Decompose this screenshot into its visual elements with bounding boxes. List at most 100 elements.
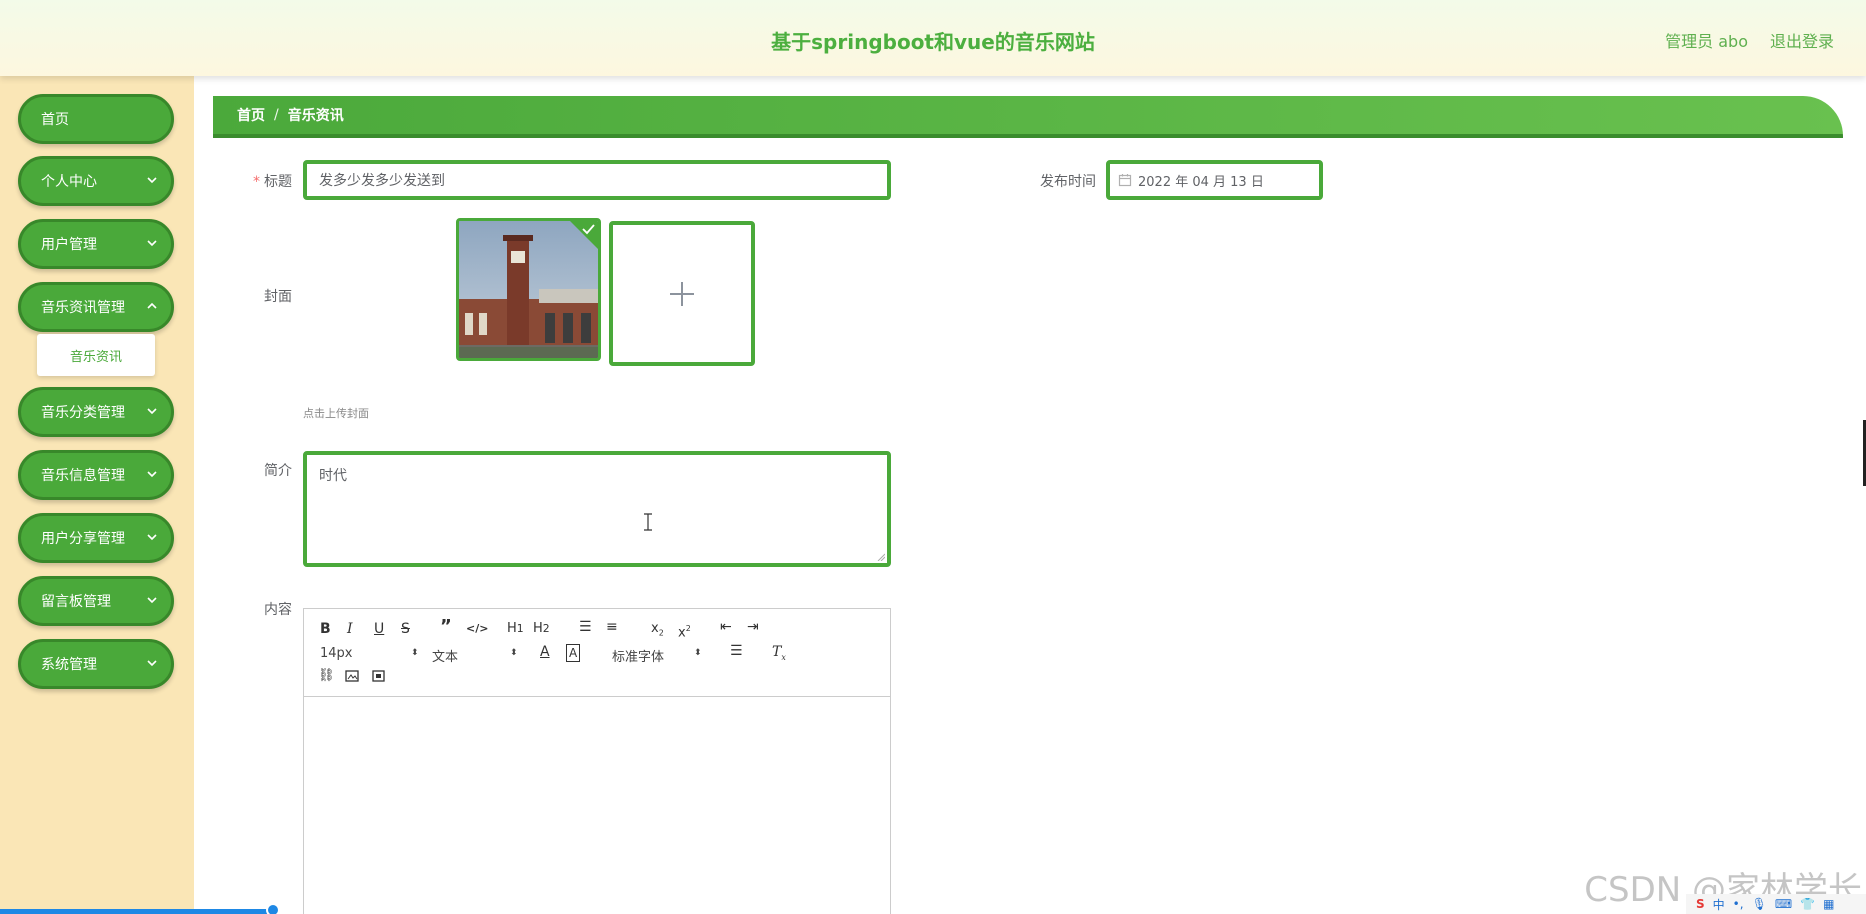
- video-progress-bar[interactable]: [0, 909, 274, 914]
- bold-button[interactable]: B: [320, 621, 331, 637]
- chevron-down-icon: [147, 408, 157, 415]
- upload-success-icon: [570, 221, 598, 249]
- align-icon[interactable]: ☰: [730, 643, 743, 659]
- bullet-list-icon[interactable]: ≡: [606, 619, 618, 635]
- breadcrumb: 首页 / 音乐资讯: [213, 96, 1843, 138]
- publish-date-picker[interactable]: 2022 年 04 月 13 日: [1106, 160, 1323, 200]
- cover-upload-hint: 点击上传封面: [303, 407, 369, 420]
- publish-time-label: 发布时间: [1040, 174, 1096, 190]
- sidebar-item-label: 留言板管理: [41, 594, 111, 610]
- outdent-icon[interactable]: ⇤: [720, 619, 732, 635]
- ime-punct-icon: •,: [1732, 897, 1744, 911]
- header-select-value: 文本: [432, 650, 459, 665]
- link-icon[interactable]: ⛓: [318, 668, 335, 684]
- title-input[interactable]: 发多少发多少发送到: [303, 160, 891, 200]
- title-label: * 标题: [240, 171, 292, 191]
- font-size-value: 14px: [320, 646, 353, 661]
- site-title: 基于springboot和vue的音乐网站: [771, 30, 1095, 54]
- sidebar-item-message-board-management[interactable]: 留言板管理: [18, 576, 174, 626]
- editor-content-area[interactable]: [304, 698, 890, 914]
- ime-menu-icon: ▦: [1823, 897, 1835, 911]
- breadcrumb-current: 音乐资讯: [287, 108, 344, 124]
- sidebar-item-system-management[interactable]: 系统管理: [18, 639, 174, 689]
- code-block-icon[interactable]: </>: [466, 621, 488, 637]
- sidebar-item-label: 音乐资讯管理: [41, 300, 125, 316]
- sidebar-item-music-category-management[interactable]: 音乐分类管理: [18, 387, 174, 437]
- resize-handle-icon[interactable]: [877, 553, 885, 561]
- editor-toolbar: B I U S ” </> H1 H2 ☰ ≡ x2 x2 ⇤ ⇥ 14px ⬍…: [304, 609, 890, 697]
- chevron-down-icon: [147, 660, 157, 667]
- intro-label: 简介: [264, 463, 292, 479]
- title-label-text: 标题: [264, 174, 292, 190]
- required-mark: *: [253, 174, 260, 190]
- ime-skin-icon: 👕: [1800, 897, 1816, 911]
- font-size-select[interactable]: 14px ⬍: [320, 646, 419, 661]
- text-cursor-icon: [644, 513, 652, 531]
- calendar-icon: [1118, 174, 1132, 187]
- sidebar: 首页 个人中心 用户管理 音乐资讯管理 音乐资讯 音乐分类管理 音乐信息管理 用…: [0, 76, 194, 914]
- sidebar-item-user-share-management[interactable]: 用户分享管理: [18, 513, 174, 563]
- content-label: 内容: [264, 602, 292, 618]
- chevron-up-icon: [147, 302, 157, 309]
- sidebar-item-label: 音乐分类管理: [41, 405, 125, 421]
- font-family-select[interactable]: 标准字体 ⬍: [612, 646, 702, 665]
- upload-cover-button[interactable]: [609, 221, 755, 366]
- sidebar-item-home[interactable]: 首页: [18, 94, 174, 144]
- select-arrow-icon: ⬍: [694, 648, 702, 658]
- video-progress-handle[interactable]: [266, 903, 280, 914]
- cover-label: 封面: [264, 289, 292, 305]
- indent-icon[interactable]: ⇥: [747, 619, 759, 635]
- intro-textarea[interactable]: 时代: [303, 451, 891, 567]
- submenu-item-music-news[interactable]: 音乐资讯: [37, 334, 155, 376]
- chevron-down-icon: [147, 177, 157, 184]
- ime-keyboard-icon: ⌨: [1774, 897, 1793, 911]
- logout-link[interactable]: 退出登录: [1770, 28, 1834, 52]
- blockquote-icon[interactable]: ”: [440, 618, 452, 636]
- sidebar-item-label: 个人中心: [41, 174, 97, 190]
- ime-toolbar: S 中 •, 🎙 ⌨ 👕 ▦: [1686, 894, 1866, 914]
- sidebar-item-label: 用户分享管理: [41, 531, 125, 547]
- video-icon[interactable]: [372, 670, 385, 682]
- cover-thumbnail[interactable]: [456, 218, 601, 361]
- chevron-down-icon: [147, 471, 157, 478]
- background-color-icon[interactable]: A: [566, 644, 581, 662]
- chevron-down-icon: [147, 534, 157, 541]
- heading-1-button[interactable]: H1: [507, 621, 524, 637]
- chevron-down-icon: [147, 240, 157, 247]
- underline-button[interactable]: U: [374, 621, 384, 637]
- title-input-value: 发多少发多少发送到: [319, 173, 445, 189]
- header-select[interactable]: 文本 ⬍: [432, 646, 518, 665]
- breadcrumb-separator: /: [274, 107, 279, 123]
- sidebar-item-label: 用户管理: [41, 237, 97, 253]
- image-icon[interactable]: [345, 670, 359, 682]
- ime-lang-icon: 中: [1712, 897, 1725, 912]
- ordered-list-icon[interactable]: ☰: [579, 619, 592, 635]
- sidebar-item-music-info-management[interactable]: 音乐信息管理: [18, 450, 174, 500]
- sidebar-item-personal-center[interactable]: 个人中心: [18, 156, 174, 206]
- font-color-icon[interactable]: A: [540, 644, 550, 660]
- breadcrumb-home[interactable]: 首页: [237, 105, 265, 125]
- italic-button[interactable]: I: [347, 621, 353, 637]
- top-header: 基于springboot和vue的音乐网站 管理员 abo 退出登录: [0, 0, 1866, 76]
- sidebar-item-label: 音乐信息管理: [41, 468, 125, 484]
- sidebar-item-music-news-management[interactable]: 音乐资讯管理: [18, 282, 174, 332]
- plus-icon: [670, 281, 694, 306]
- select-arrow-icon: ⬍: [411, 648, 419, 658]
- rich-text-editor: B I U S ” </> H1 H2 ☰ ≡ x2 x2 ⇤ ⇥ 14px ⬍…: [303, 608, 891, 914]
- clean-format-icon[interactable]: Tx: [772, 644, 786, 666]
- subscript-button[interactable]: x2: [651, 621, 664, 642]
- superscript-button[interactable]: x2: [678, 621, 691, 641]
- publish-date-value: 2022 年 04 月 13 日: [1138, 174, 1264, 190]
- sidebar-item-label: 首页: [41, 112, 69, 128]
- chevron-down-icon: [147, 597, 157, 604]
- heading-2-button[interactable]: H2: [533, 621, 550, 637]
- current-user-label: 管理员 abo: [1665, 32, 1748, 51]
- ime-mic-icon: 🎙: [1751, 897, 1767, 911]
- ime-logo-icon: S: [1696, 897, 1705, 911]
- sidebar-item-user-management[interactable]: 用户管理: [18, 219, 174, 269]
- strikethrough-button[interactable]: S: [401, 621, 410, 637]
- sidebar-item-label: 系统管理: [41, 657, 97, 673]
- select-arrow-icon: ⬍: [510, 648, 518, 658]
- font-family-value: 标准字体: [612, 650, 665, 665]
- intro-value: 时代: [319, 468, 347, 484]
